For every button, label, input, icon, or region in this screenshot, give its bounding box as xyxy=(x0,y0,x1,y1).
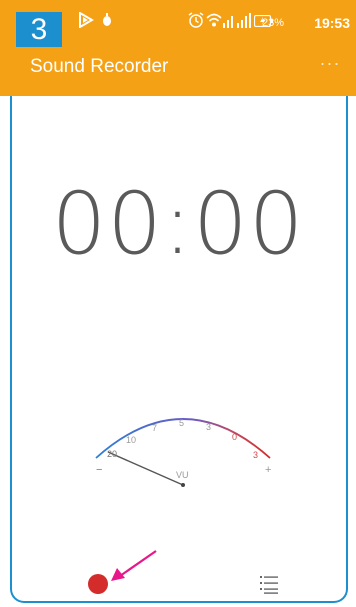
status-time: 19:53 xyxy=(314,15,350,31)
content-frame xyxy=(10,96,348,603)
vu-scale-label: 3 xyxy=(206,422,211,432)
vu-scale-label: 20 xyxy=(107,449,117,459)
bug-notification-icon xyxy=(103,13,111,26)
vu-scale-label: 3 xyxy=(253,450,258,460)
record-circle-icon[interactable] xyxy=(88,574,108,594)
vu-needle xyxy=(107,451,184,486)
vu-minus-label: − xyxy=(96,464,102,476)
vu-scale-label: 7 xyxy=(152,423,157,433)
battery-percentage: 23% xyxy=(262,17,285,29)
recording-timer: 00:00 xyxy=(51,174,305,274)
screen: 23% 19:53 3 Sound Recorder ··· 00:00 20 … xyxy=(0,0,356,607)
play-store-notification-icon xyxy=(79,12,94,28)
annotation-arrow-icon xyxy=(111,550,157,581)
signal-strength-secondary-icon xyxy=(237,13,251,28)
vu-label: VU xyxy=(176,470,189,480)
wifi-icon xyxy=(206,13,222,27)
step-number-badge: 3 xyxy=(16,12,62,47)
recordings-list-icon[interactable] xyxy=(258,573,280,595)
signal-strength-icon xyxy=(223,16,233,28)
vu-plus-label: + xyxy=(265,464,271,476)
vu-meter: 20 10 7 5 3 0 3 − + VU xyxy=(95,418,271,487)
vu-scale-label: 5 xyxy=(179,418,184,428)
more-dots-icon[interactable]: ··· xyxy=(318,52,342,76)
alarm-icon xyxy=(188,12,204,28)
app-title: Sound Recorder xyxy=(30,56,169,77)
vu-scale-label: 10 xyxy=(126,435,136,445)
vu-scale-label: 0 xyxy=(232,432,237,442)
vu-needle-pivot xyxy=(181,483,185,487)
